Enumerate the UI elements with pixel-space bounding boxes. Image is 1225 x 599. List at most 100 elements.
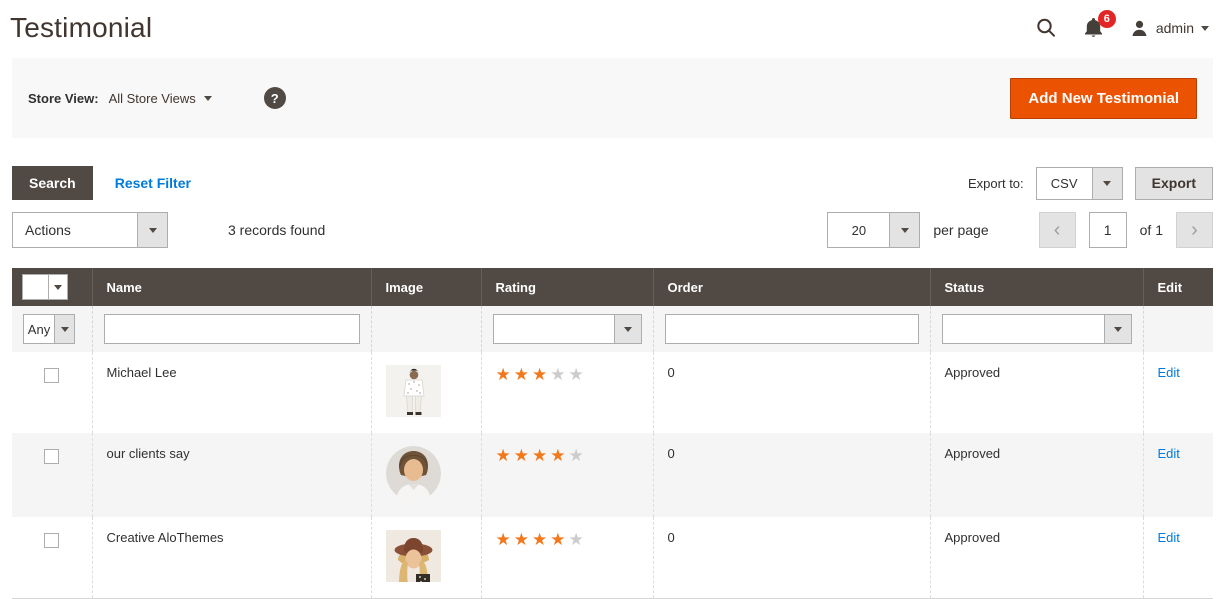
search-button[interactable]: Search xyxy=(12,166,93,200)
records-found-text: 3 records found xyxy=(228,222,325,238)
order-cell: 0 xyxy=(653,517,930,599)
order-cell: 0 xyxy=(653,352,930,433)
rating-stars: ★★★★★ xyxy=(496,446,587,465)
checkbox-filter-select[interactable]: Any xyxy=(23,314,75,344)
total-pages-label: of 1 xyxy=(1140,222,1163,238)
edit-link[interactable]: Edit xyxy=(1158,365,1180,380)
image-cell xyxy=(371,517,481,599)
chevron-down-icon xyxy=(54,315,74,343)
select-all-header xyxy=(12,268,92,306)
edit-cell: Edit xyxy=(1143,433,1213,517)
column-header-image[interactable]: Image xyxy=(371,268,481,306)
rating-cell: ★★★★★ xyxy=(481,517,653,599)
reset-filter-link[interactable]: Reset Filter xyxy=(115,175,191,191)
store-view-dropdown[interactable]: All Store Views xyxy=(109,91,212,106)
per-page-label: per page xyxy=(933,222,988,238)
status-filter-value xyxy=(943,315,1104,343)
order-filter-cell xyxy=(653,306,930,352)
rating-stars: ★★★★★ xyxy=(496,530,587,549)
user-icon xyxy=(1130,19,1149,38)
chevron-down-icon xyxy=(1201,26,1209,31)
edit-link[interactable]: Edit xyxy=(1158,446,1180,461)
rating-filter-value xyxy=(494,315,614,343)
previous-page-button[interactable]: ‹ xyxy=(1039,212,1076,248)
status-cell: Approved xyxy=(930,517,1143,599)
rating-cell: ★★★★★ xyxy=(481,433,653,517)
edit-cell: Edit xyxy=(1143,352,1213,433)
per-page-select[interactable]: 20 xyxy=(827,212,920,248)
status-cell: Approved xyxy=(930,352,1143,433)
rating-filter-select[interactable] xyxy=(493,314,642,344)
column-header-rating[interactable]: Rating xyxy=(481,268,653,306)
notifications-bell-icon[interactable]: 6 xyxy=(1083,17,1104,39)
chevron-down-icon xyxy=(1092,168,1122,199)
rating-stars: ★★★★★ xyxy=(496,365,587,384)
name-cell: Creative AloThemes xyxy=(92,517,371,599)
testimonial-photo xyxy=(386,365,441,417)
export-button[interactable]: Export xyxy=(1135,167,1213,200)
select-all-dropdown[interactable] xyxy=(22,274,68,300)
table-body: Michael Lee★★★★★0ApprovedEditour clients… xyxy=(12,352,1213,599)
add-new-testimonial-button[interactable]: Add New Testimonial xyxy=(1010,78,1197,119)
order-cell: 0 xyxy=(653,433,930,517)
column-header-name[interactable]: Name xyxy=(92,268,371,306)
order-filter-input[interactable] xyxy=(665,314,919,344)
table-row: Michael Lee ★★★★★ 0Approved Edit xyxy=(12,352,1213,433)
column-header-status[interactable]: Status xyxy=(930,268,1143,306)
status-filter-select[interactable] xyxy=(942,314,1132,344)
row-checkbox-cell xyxy=(12,352,92,433)
status-filter-cell xyxy=(930,306,1143,352)
rating-filter-cell xyxy=(481,306,653,352)
checkbox-filter-cell: Any xyxy=(12,306,92,352)
chevron-down-icon xyxy=(48,275,67,299)
export-to-label: Export to: xyxy=(968,176,1024,191)
image-cell xyxy=(371,433,481,517)
row-checkbox-cell xyxy=(12,433,92,517)
help-icon[interactable]: ? xyxy=(264,87,286,109)
table-row: our clients say ★★★★★ 0Approved Edit xyxy=(12,433,1213,517)
search-icon[interactable] xyxy=(1035,17,1057,39)
edit-link[interactable]: Edit xyxy=(1158,530,1180,545)
export-group: Export to: CSV Export xyxy=(968,167,1213,200)
status-cell: Approved xyxy=(930,433,1143,517)
export-format-value: CSV xyxy=(1037,168,1092,199)
edit-cell: Edit xyxy=(1143,517,1213,599)
select-all-checkbox[interactable] xyxy=(23,275,48,299)
next-page-button[interactable]: › xyxy=(1176,212,1213,248)
row-checkbox-cell xyxy=(12,517,92,599)
page-title: Testimonial xyxy=(10,12,152,44)
notifications-badge: 6 xyxy=(1098,10,1116,28)
page-header: Testimonial 6 admin xyxy=(0,0,1225,58)
grid-controls-row-2: Actions 3 records found 20 per page ‹ of… xyxy=(12,212,1213,248)
chevron-down-icon xyxy=(1104,315,1131,343)
actions-select[interactable]: Actions xyxy=(12,212,168,248)
column-header-edit[interactable]: Edit xyxy=(1143,268,1213,306)
name-cell: our clients say xyxy=(92,433,371,517)
testimonial-grid: Name Image Rating Order Status Edit Any xyxy=(12,268,1213,599)
grid-header: Name Image Rating Order Status Edit xyxy=(12,268,1213,306)
checkbox-filter-value: Any xyxy=(24,315,54,343)
name-cell: Michael Lee xyxy=(92,352,371,433)
current-page-input[interactable] xyxy=(1089,212,1127,248)
chevron-down-icon xyxy=(889,213,919,247)
chevron-down-icon xyxy=(204,96,212,101)
store-view-value: All Store Views xyxy=(109,91,196,106)
name-filter-input[interactable] xyxy=(104,314,360,344)
edit-filter-cell xyxy=(1143,306,1213,352)
row-checkbox[interactable] xyxy=(44,449,59,464)
row-checkbox[interactable] xyxy=(44,533,59,548)
testimonial-photo xyxy=(386,530,441,582)
per-page-value: 20 xyxy=(828,213,889,247)
header-actions: 6 admin xyxy=(1035,17,1209,39)
row-checkbox[interactable] xyxy=(44,368,59,383)
table-row: Creative AloThemes ★★★★★ 0Approved Edit xyxy=(12,517,1213,599)
image-filter-cell xyxy=(371,306,481,352)
column-header-order[interactable]: Order xyxy=(653,268,930,306)
testimonial-photo xyxy=(386,446,441,501)
export-format-select[interactable]: CSV xyxy=(1036,167,1123,200)
admin-name: admin xyxy=(1156,20,1194,36)
name-filter-cell xyxy=(92,306,371,352)
grid-filter-row-body: Any xyxy=(12,306,1213,352)
admin-account-menu[interactable]: admin xyxy=(1130,19,1209,38)
chevron-down-icon xyxy=(137,213,167,247)
